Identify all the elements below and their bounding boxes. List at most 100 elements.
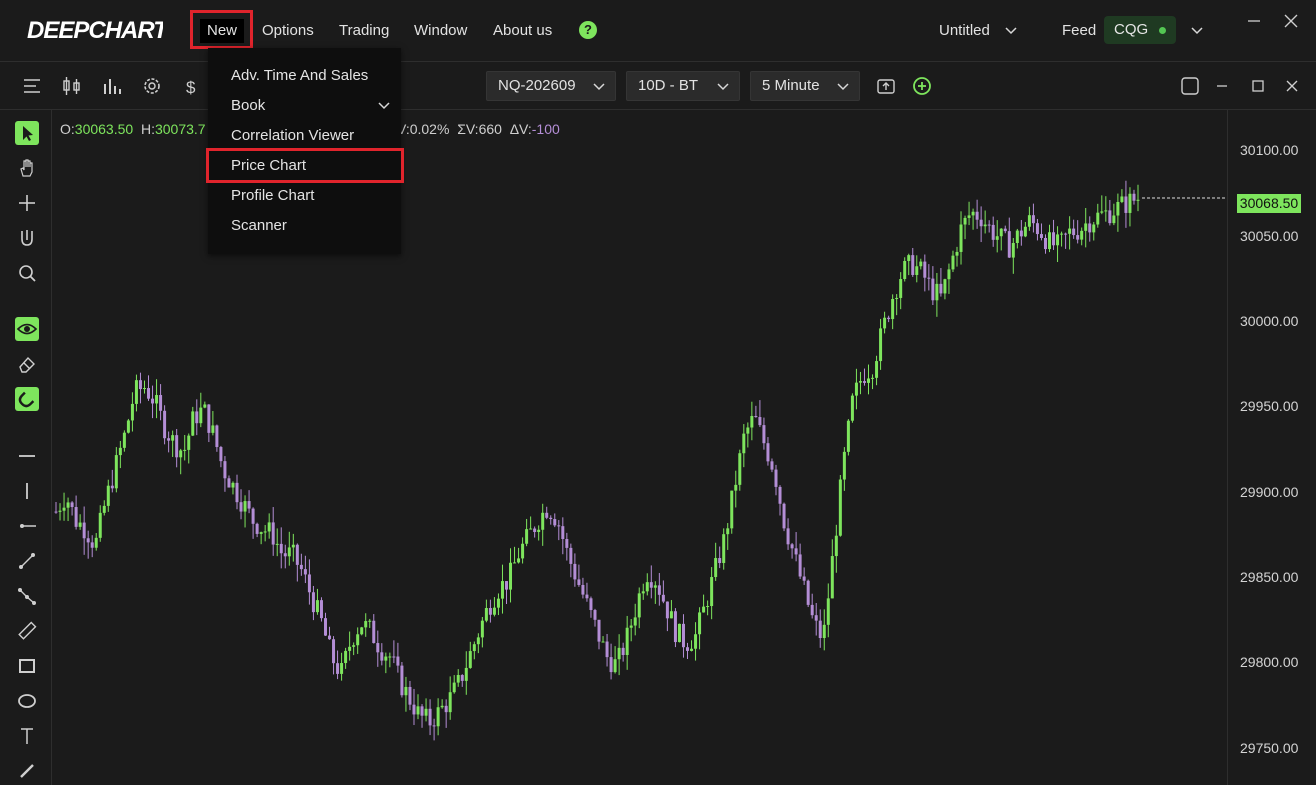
candle-body (340, 663, 344, 674)
minimize-icon[interactable] (1247, 14, 1261, 28)
zoom-icon[interactable] (15, 261, 39, 285)
candle-body (380, 652, 384, 661)
candle-body (714, 558, 718, 578)
menu-item-book[interactable]: Book (208, 91, 401, 121)
open-value: 30063.50 (74, 121, 134, 137)
candle-body (633, 617, 637, 626)
candle-body (601, 641, 605, 643)
candle-body (1084, 223, 1088, 231)
menu-about-us[interactable]: About us (493, 20, 552, 42)
candle-body (328, 635, 332, 640)
text-tool-icon[interactable] (15, 724, 39, 748)
share-icon[interactable] (875, 75, 897, 97)
candle-body (98, 512, 102, 538)
eraser-icon[interactable] (15, 352, 39, 376)
hand-pan-icon[interactable] (15, 156, 39, 180)
candle-body (770, 461, 774, 470)
candle-body (718, 558, 722, 564)
help-icon[interactable]: ? (579, 21, 597, 39)
candle-body (629, 625, 633, 628)
rectangle-icon[interactable] (15, 654, 39, 678)
candle-body (830, 556, 834, 599)
dollar-icon[interactable]: $ (181, 75, 203, 97)
chevron-down-icon[interactable] (1190, 20, 1204, 42)
menu-trading[interactable]: Trading (339, 20, 389, 42)
candle-body (408, 686, 412, 705)
menu-new[interactable]: New (200, 19, 244, 43)
high-label: H: (140, 121, 155, 137)
eye-icon[interactable] (15, 317, 39, 341)
candle-body (939, 283, 943, 294)
candle-body (963, 217, 967, 225)
candle-body (706, 606, 710, 608)
polyline-icon[interactable] (15, 584, 39, 608)
candle-body (227, 478, 231, 488)
menu-window[interactable]: Window (414, 20, 467, 42)
magnet-snap-icon[interactable] (15, 226, 39, 250)
close-icon[interactable] (1284, 14, 1298, 28)
horizontal-ray-icon[interactable] (15, 514, 39, 538)
ellipse-icon[interactable] (15, 689, 39, 713)
symbol-value: NQ-202609 (498, 77, 576, 94)
candle-body (549, 517, 553, 520)
symbol-dropdown[interactable]: NQ-202609 (486, 71, 616, 101)
menu-item-correlation-viewer[interactable]: Correlation Viewer (208, 121, 401, 151)
candle-body (1039, 234, 1043, 238)
candlestick-icon[interactable] (61, 75, 83, 97)
candle-body (814, 615, 818, 621)
menu-item-adv-time-and-sales[interactable]: Adv. Time And Sales (208, 61, 401, 91)
pencil-icon[interactable] (15, 759, 39, 783)
maximize-icon[interactable] (1247, 75, 1269, 97)
gear-icon[interactable] (141, 75, 163, 97)
feed-badge[interactable]: CQG (1104, 16, 1176, 44)
menu-options[interactable]: Options (262, 20, 314, 42)
candle-body (883, 317, 887, 329)
candle-body (573, 563, 577, 580)
interval-dropdown[interactable]: 5 Minute (750, 71, 860, 101)
workspace-name[interactable]: Untitled (939, 20, 990, 42)
feed-label: Feed (1062, 22, 1097, 39)
candle-body (504, 581, 508, 590)
chevron-down-icon (837, 83, 849, 91)
horizontal-line-icon[interactable] (15, 444, 39, 468)
candle-body (1068, 228, 1072, 234)
candle-body (287, 547, 291, 557)
bar-chart-icon[interactable] (101, 75, 123, 97)
candle-body (134, 380, 138, 404)
add-plus-circle-icon[interactable] (911, 75, 933, 97)
candle-body (207, 404, 211, 433)
ruler-icon[interactable] (15, 619, 39, 643)
candle-body (456, 675, 460, 683)
menu-item-book-label: Book (231, 97, 266, 114)
candle-body (617, 647, 621, 660)
trend-line-icon[interactable] (15, 549, 39, 573)
candle-body (581, 584, 585, 595)
crosshair-icon[interactable] (15, 191, 39, 215)
drawing-toolbar (0, 110, 52, 785)
candle-body (223, 461, 227, 479)
menu-item-scanner[interactable]: Scanner (208, 211, 401, 241)
chevron-down-icon[interactable] (1004, 20, 1018, 42)
close-icon[interactable] (1281, 75, 1303, 97)
price-tick: 29850.00 (1240, 569, 1299, 585)
candle-body (790, 544, 794, 549)
candle-body (151, 398, 155, 404)
menu-item-profile-chart[interactable]: Profile Chart (208, 181, 401, 211)
candle-body (1023, 226, 1027, 237)
candle-body (1060, 233, 1064, 235)
candle-body (710, 577, 714, 607)
pointer-arrow-icon[interactable] (15, 121, 39, 145)
candle-body (303, 569, 307, 575)
magnet-icon[interactable] (15, 387, 39, 411)
candle-body (677, 623, 681, 643)
minimize-icon[interactable] (1211, 75, 1233, 97)
candle-body (440, 705, 444, 708)
candle-body (991, 224, 995, 240)
candle-body (388, 656, 392, 658)
hamburger-menu-icon[interactable] (21, 75, 43, 97)
range-dropdown[interactable]: 10D - BT (626, 71, 740, 101)
vertical-line-icon[interactable] (15, 479, 39, 503)
float-window-icon[interactable] (1179, 75, 1201, 97)
candle-body (738, 453, 742, 485)
candle-body (987, 224, 991, 226)
